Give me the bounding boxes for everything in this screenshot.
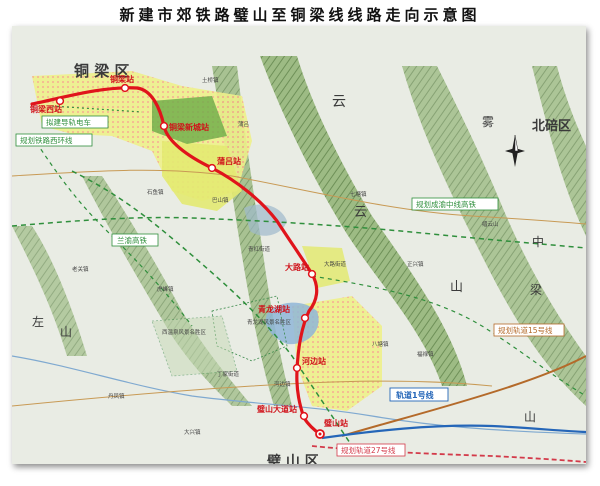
place-shishan: 石鱼镇 (147, 188, 164, 196)
station-hebian[interactable] (292, 363, 302, 373)
svg-text:轨道1号线: 轨道1号线 (396, 390, 434, 400)
svg-text:规划铁路西环线: 规划铁路西环线 (20, 135, 73, 145)
region-shan-right: 山 (524, 410, 536, 424)
label-station-qinglonghu: 青龙湖站 (258, 304, 290, 314)
place-hufeng: 虎峰镇 (157, 285, 174, 293)
station-qinglonghu[interactable] (300, 313, 310, 323)
svg-text:兰渝高铁: 兰渝高铁 (117, 235, 147, 245)
badge-guidao27: 规划轨道27号线 (336, 443, 406, 457)
badge-chengyu-zhongxian: 规划成渝中线高铁 (411, 197, 499, 211)
place-qinglonghu-park: 青龙湖风景名胜区 (247, 318, 292, 326)
label-station-tongliang-xincheng: 铜梁新城站 (169, 122, 209, 132)
place-baozhu: 缙云山 (482, 220, 499, 228)
station-tongliang-west[interactable] (55, 96, 65, 106)
station-puluu[interactable] (207, 163, 217, 173)
place-qitang: 七塘镇 (350, 190, 367, 198)
district-beibei: 北碚区 (532, 118, 571, 134)
label-station-hebian: 河边站 (302, 356, 326, 366)
station-tongliang-xincheng[interactable] (159, 121, 169, 131)
station-dalu[interactable] (307, 269, 317, 279)
station-tongliang[interactable] (120, 83, 130, 93)
station-bishan-dadao[interactable] (299, 411, 309, 421)
place-tuqiao: 土桥镇 (202, 76, 219, 84)
label-station-bishan-dadao: 璧山大道站 (257, 404, 297, 414)
label-station-tongliang-west: 铜梁西站 (30, 104, 62, 114)
place-fuluzhen: 福禄镇 (417, 350, 434, 358)
region-yun-mid: 云 (354, 205, 367, 220)
badge-lanyu: 兰渝高铁 (111, 233, 159, 247)
badge-guidao1: 轨道1号线 (389, 387, 449, 402)
place-dingjia: 丁家街道 (217, 370, 240, 378)
region-zuo: 左 (32, 314, 44, 329)
region-shan-left: 山 (60, 325, 72, 339)
place-qinggang: 青杠街道 (248, 245, 271, 253)
place-shuiqu: 巴山镇 (212, 196, 229, 204)
map-title: 新建市郊铁路璧山至铜梁线线路走向示意图 (119, 6, 481, 24)
place-puluzhen: 蒲吕 (238, 120, 249, 128)
label-station-bishan: 璧山站 (324, 418, 348, 428)
region-shan-mid: 山 (450, 280, 463, 295)
district-bishan: 璧 山 区 (266, 453, 319, 464)
badge-guidao15: 规划轨道15号线 (493, 323, 565, 337)
region-yun-top: 云 (332, 94, 346, 110)
badge-huandong: 规划铁路西环线 (15, 133, 93, 147)
route-map[interactable]: 铜 梁 区 璧 山 区 北碚区 云 云 雾 山 山 中 梁 山 左 铜梁西站 铜… (12, 26, 586, 464)
svg-text:拟建导轨电车: 拟建导轨电车 (46, 117, 91, 127)
place-dandong: 丹凤镇 (108, 392, 125, 400)
region-liang: 梁 (530, 282, 542, 297)
region-wu: 雾 (482, 115, 494, 129)
svg-text:规划轨道15号线: 规划轨道15号线 (498, 325, 553, 335)
svg-text:规划成渝中线高铁: 规划成渝中线高铁 (416, 199, 476, 209)
region-zhong: 中 (532, 234, 544, 249)
label-station-tongliang: 铜梁站 (110, 74, 134, 84)
place-bacheng: 八塘镇 (372, 340, 389, 348)
place-heqing: 河边镇 (274, 380, 291, 388)
svg-text:规划轨道27号线: 规划轨道27号线 (341, 445, 396, 455)
place-dalu-town: 大路街道 (324, 260, 347, 268)
label-station-puluu: 蒲吕站 (217, 156, 241, 166)
map-frame[interactable]: 铜 梁 区 璧 山 区 北碚区 云 云 雾 山 山 中 梁 山 左 铜梁西站 铜… (12, 26, 586, 464)
place-xiwenquan-park: 西温泉风景名胜区 (162, 328, 207, 336)
station-bishan[interactable] (315, 429, 325, 439)
place-dalu2: 大兴镇 (184, 428, 201, 436)
badge-nianzhi: 拟建导轨电车 (41, 115, 109, 129)
place-zhengxing: 正兴镇 (407, 260, 424, 268)
place-laoguan: 老关镇 (72, 265, 89, 273)
label-station-dalu: 大路站 (285, 262, 309, 272)
